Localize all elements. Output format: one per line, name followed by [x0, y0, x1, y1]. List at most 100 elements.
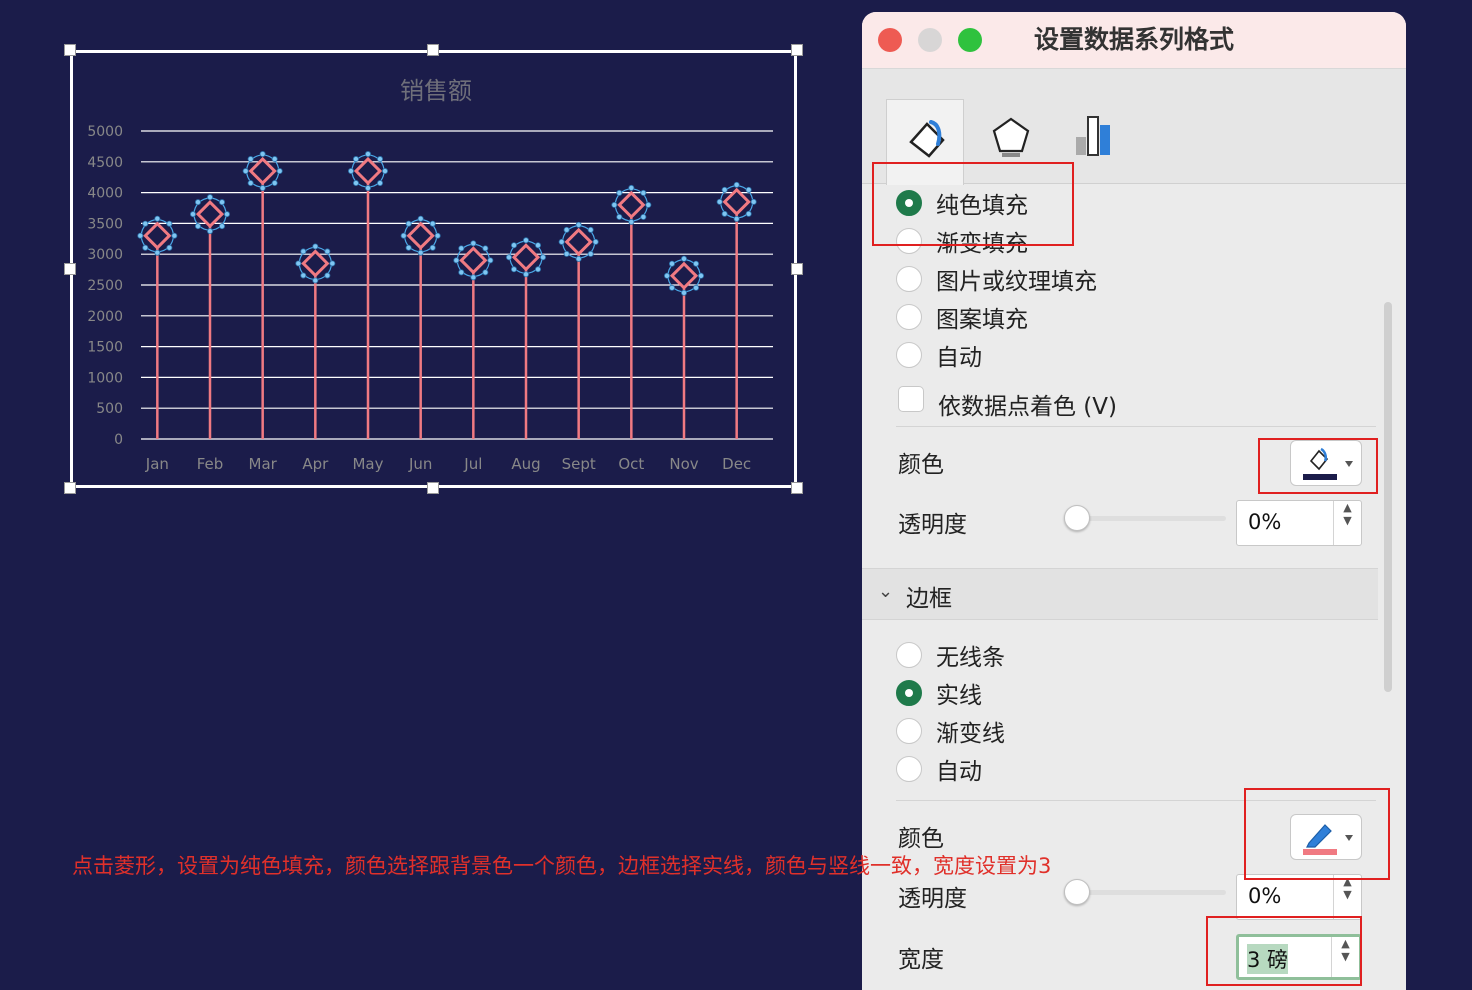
option-solid-line[interactable]: 实线	[936, 676, 982, 710]
diamond-marker	[143, 221, 172, 250]
resize-handle-br[interactable]	[791, 482, 803, 494]
radio-gradient-line[interactable]	[896, 718, 922, 744]
selection-dot	[194, 199, 201, 206]
radio-no-line[interactable]	[896, 642, 922, 668]
option-auto-line[interactable]: 自动	[936, 752, 982, 786]
selection-dot	[558, 238, 565, 245]
diamond-marker	[353, 156, 383, 186]
x-tick-label: Feb	[197, 455, 224, 473]
selection-dot	[616, 213, 623, 220]
resize-handle-mr[interactable]	[791, 263, 803, 275]
option-pattern-fill[interactable]: 图案填充	[936, 300, 1028, 334]
resize-handle-tc[interactable]	[427, 44, 439, 56]
fill-transparency-value[interactable]: 0%	[1248, 510, 1281, 534]
width-label: 宽度	[898, 947, 944, 973]
x-tick-label: Jun	[408, 455, 432, 473]
panel-scrollbar[interactable]	[1384, 302, 1392, 692]
fill-transparency-stepper[interactable]: 0% ▲ ▼	[1236, 500, 1362, 546]
x-tick-label: Oct	[618, 455, 644, 473]
border-section-title: 边框	[906, 586, 952, 612]
option-picture-fill[interactable]: 图片或纹理填充	[936, 262, 1097, 296]
selection-dot	[190, 211, 197, 218]
border-color-label: 颜色	[898, 826, 944, 852]
selection-dot	[487, 257, 494, 264]
selection-dot	[417, 249, 424, 256]
radio-picture-fill[interactable]	[896, 266, 922, 292]
selection-dot	[194, 223, 201, 230]
chart-object[interactable]: 销售额 5000 4500 4000 3500 3000 2500 2000 1500 1000 5…	[70, 50, 797, 488]
selection-dot	[733, 215, 740, 222]
selection-dot	[640, 213, 647, 220]
selection-dot	[628, 218, 635, 225]
selection-dot	[539, 254, 546, 261]
selection-dot	[312, 243, 319, 250]
chevron-down-icon: ⌄	[878, 581, 894, 602]
option-auto-fill[interactable]: 自动	[936, 338, 982, 372]
resize-handle-bc[interactable]	[427, 482, 439, 494]
selection-dot	[329, 260, 336, 267]
border-transparency-knob[interactable]	[1064, 879, 1090, 905]
vary-color-checkbox[interactable]	[898, 386, 924, 412]
selection-dot	[563, 226, 570, 233]
selection-dot	[276, 168, 283, 175]
y-tick-label: 500	[96, 401, 123, 417]
selection-dot	[271, 180, 278, 187]
selection-dot	[587, 250, 594, 257]
selection-dot	[575, 221, 582, 228]
selection-dot	[664, 272, 671, 279]
highlight-fill-color	[1258, 438, 1378, 494]
resize-handle-tl[interactable]	[64, 44, 76, 56]
selection-dot	[733, 181, 740, 188]
fill-color-label: 颜色	[898, 452, 944, 478]
border-transparency-slider[interactable]	[1066, 890, 1226, 895]
diamond-marker	[564, 227, 593, 257]
selection-dot	[166, 244, 173, 251]
radio-solid-line[interactable]	[896, 680, 922, 706]
selection-dot	[223, 211, 230, 218]
resize-handle-ml[interactable]	[64, 263, 76, 275]
option-gradient-line[interactable]: 渐变线	[936, 714, 1005, 748]
selection-dot	[458, 245, 465, 252]
y-tick-label: 1000	[87, 370, 123, 386]
diamond-marker	[248, 156, 277, 186]
selection-dot	[510, 266, 517, 273]
fill-transparency-slider[interactable]	[1066, 516, 1226, 521]
selection-dot	[154, 249, 161, 256]
diamond-marker	[669, 261, 699, 290]
selection-dot	[640, 189, 647, 196]
y-tick-label: 2000	[87, 309, 123, 325]
selection-dot	[693, 260, 700, 267]
stepper-arrows[interactable]: ▲ ▼	[1333, 875, 1361, 919]
radio-pattern-fill[interactable]	[896, 304, 922, 330]
diamond-marker	[722, 187, 751, 216]
vary-color-label: 依数据点着色 (V)	[938, 394, 1117, 420]
diamond-marker	[195, 200, 225, 229]
selection-dot	[324, 272, 331, 279]
border-transparency-stepper[interactable]: 0% ▲ ▼	[1236, 874, 1362, 920]
stepper-arrows[interactable]: ▲ ▼	[1333, 501, 1361, 545]
selection-dot	[522, 271, 529, 278]
selection-dot	[300, 272, 307, 279]
selection-dot	[405, 244, 412, 251]
y-tick-label: 1500	[87, 340, 123, 356]
border-transparency-value[interactable]: 0%	[1248, 884, 1281, 908]
sales-chart[interactable]: 销售额5000450040003500300025002000150010005…	[73, 53, 800, 491]
divider	[896, 426, 1376, 427]
selection-dot	[352, 156, 359, 163]
fill-transparency-knob[interactable]	[1064, 505, 1090, 531]
radio-auto-line[interactable]	[896, 756, 922, 782]
resize-handle-bl[interactable]	[64, 482, 76, 494]
resize-handle-tr[interactable]	[791, 44, 803, 56]
selection-dot	[611, 201, 618, 208]
diamond-marker	[459, 246, 488, 275]
option-no-line[interactable]: 无线条	[936, 638, 1005, 672]
selection-dot	[434, 232, 441, 239]
border-section-header[interactable]: ⌄ 边框	[862, 568, 1378, 620]
selection-dot	[417, 215, 424, 222]
border-transparency-label: 透明度	[898, 886, 967, 912]
radio-auto-fill[interactable]	[896, 342, 922, 368]
selection-dot	[721, 186, 728, 193]
chart-title: 销售额	[400, 77, 472, 105]
selection-dot	[458, 269, 465, 276]
selection-dot	[575, 255, 582, 262]
